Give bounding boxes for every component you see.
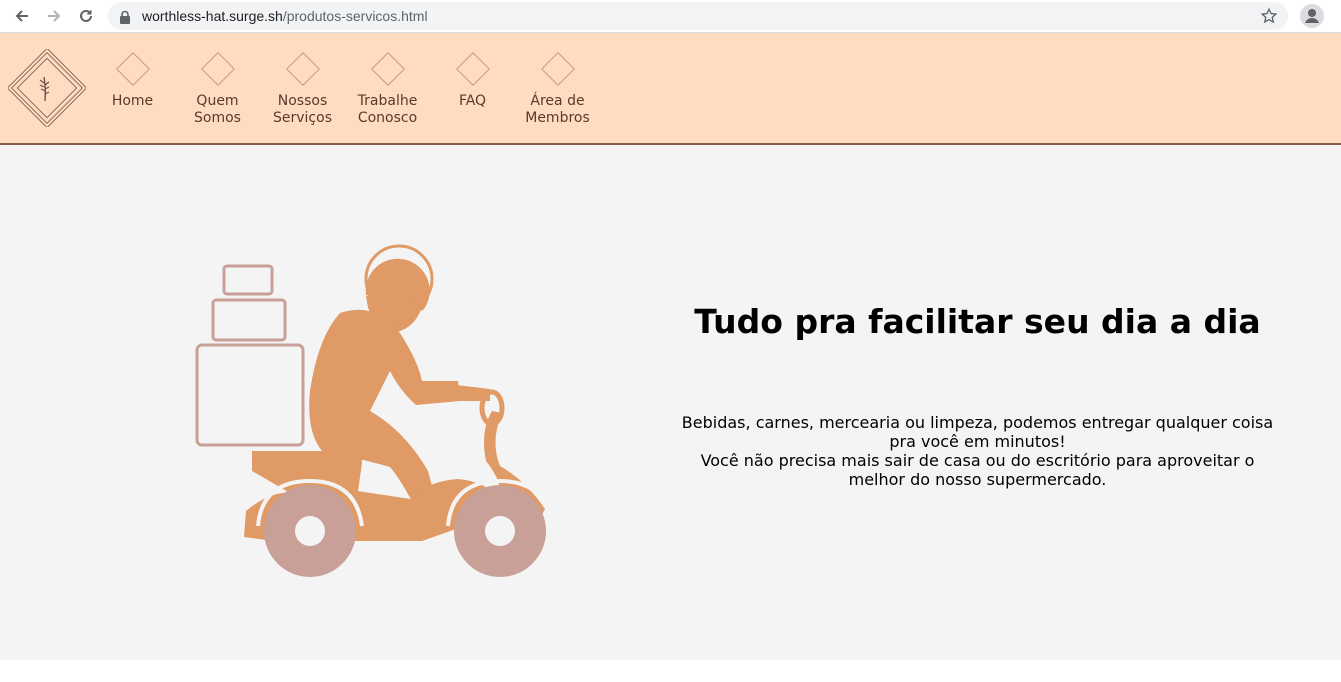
hero-paragraph-1: Bebidas, carnes, mercearia ou limpeza, p… [681,413,1274,451]
menu-item-faq[interactable]: FAQ [430,33,515,143]
menu-item-home[interactable]: Home [90,33,175,143]
reload-icon[interactable] [74,4,98,28]
bookmark-star-icon[interactable] [1260,7,1278,29]
diamond-icon [541,52,575,86]
delivery-scooter-illustration [190,241,560,586]
main-content: Tudo pra facilitar seu dia a dia Bebidas… [0,145,1341,660]
diamond-icon [456,52,490,86]
menu-item-area-de-membros[interactable]: Área de Membros [515,33,600,143]
browser-toolbar: worthless-hat.surge.sh/produtos-servicos… [0,0,1341,33]
url-text: worthless-hat.surge.sh/produtos-servicos… [142,8,428,24]
menu-label: Trabalhe Conosco [357,93,418,126]
main-menu: Home Quem Somos Nossos Serviços Trabalhe… [90,33,600,143]
diamond-icon [371,52,405,86]
address-bar[interactable]: worthless-hat.surge.sh/produtos-servicos… [108,2,1288,30]
site-header: Home Quem Somos Nossos Serviços Trabalhe… [0,33,1341,145]
menu-label: Nossos Serviços [273,93,332,126]
diamond-icon [286,52,320,86]
diamond-icon [201,52,235,86]
profile-avatar-icon[interactable] [1300,4,1324,28]
hero-description: Bebidas, carnes, mercearia ou limpeza, p… [670,413,1285,489]
menu-item-quem-somos[interactable]: Quem Somos [175,33,260,143]
diamond-icon [116,52,150,86]
menu-label: FAQ [458,93,487,109]
menu-label: Área de Membros [525,93,590,126]
menu-item-nossos-servicos[interactable]: Nossos Serviços [260,33,345,143]
menu-label: Quem Somos [194,93,241,126]
menu-item-trabalhe-conosco[interactable]: Trabalhe Conosco [345,33,430,143]
menu-label: Home [111,93,154,109]
lock-icon [120,9,130,28]
hero-paragraph-2: Você não precisa mais sair de casa ou do… [700,451,1255,489]
page-title: Tudo pra facilitar seu dia a dia [694,302,1261,341]
back-icon[interactable] [10,4,34,28]
forward-icon[interactable] [42,4,66,28]
site-logo[interactable] [6,47,88,129]
